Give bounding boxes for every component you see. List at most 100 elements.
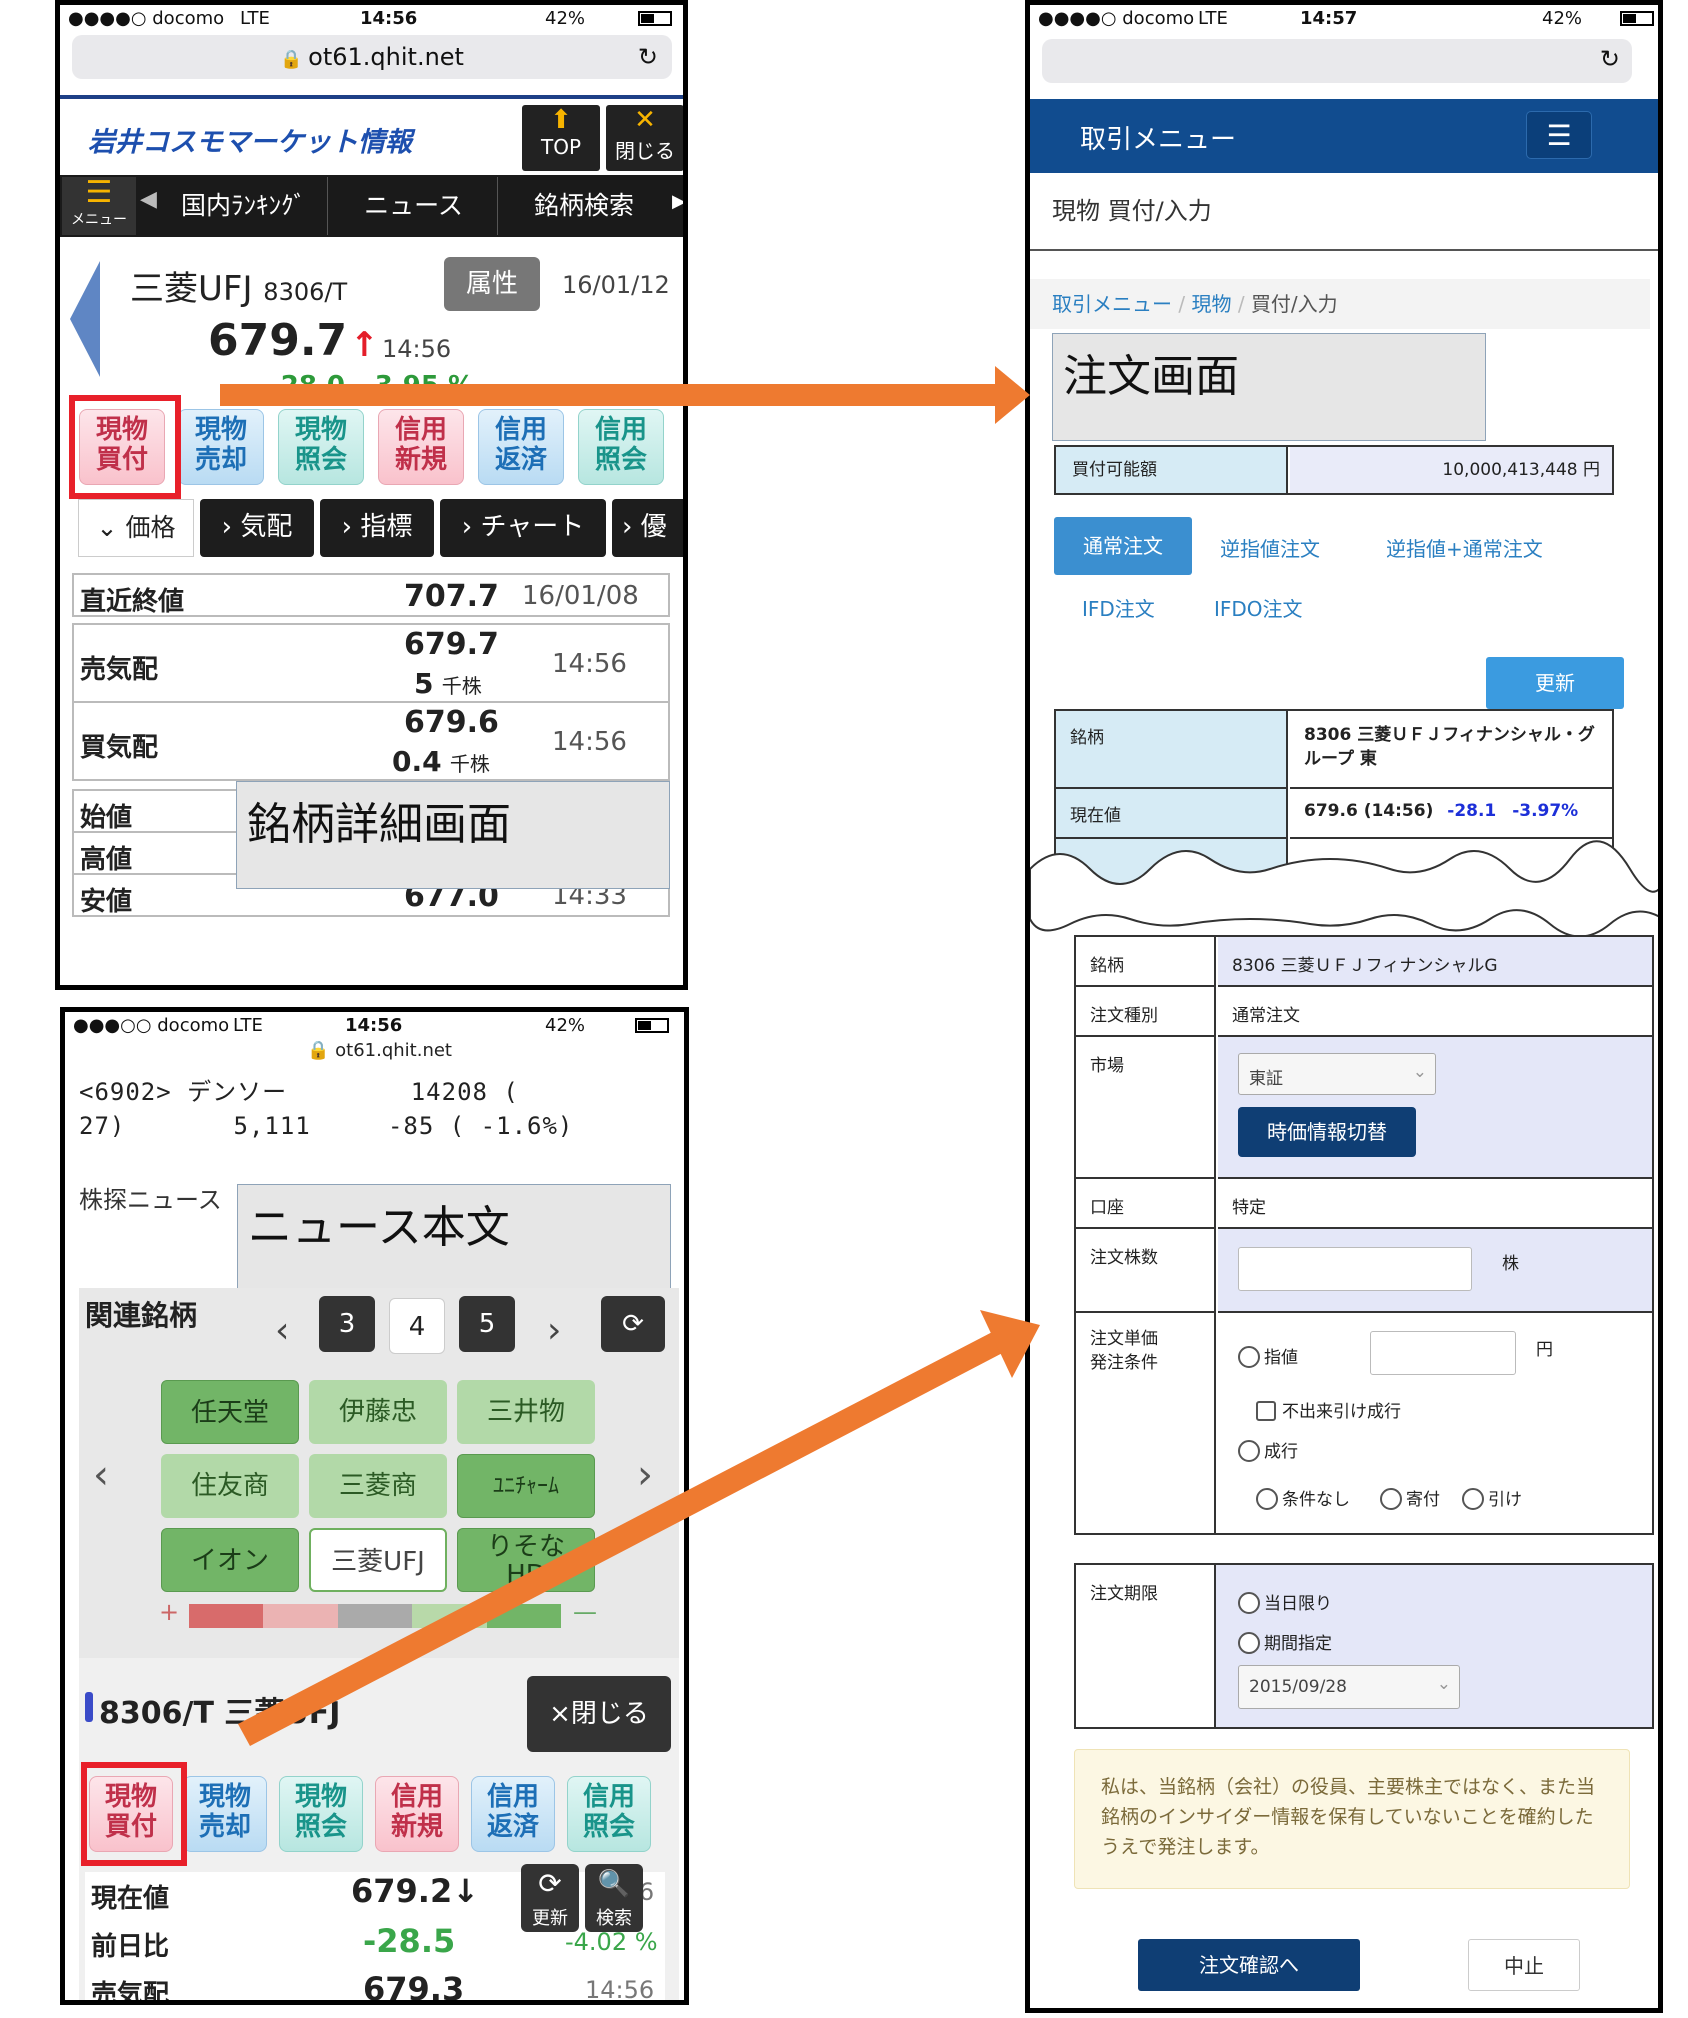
related-stock[interactable]: りそな HD bbox=[457, 1528, 595, 1592]
clock: 14:56 bbox=[345, 1015, 403, 1036]
close-panel-button[interactable]: ×閉じる bbox=[527, 1676, 671, 1752]
address-bar[interactable]: 🔒 ot61.qhit.net ↻ bbox=[72, 35, 672, 79]
cancel-button[interactable]: 中止 bbox=[1468, 1939, 1580, 1991]
form-label: 注文期限 bbox=[1076, 1565, 1216, 1727]
price-change: -28.0 -3.95 % bbox=[270, 371, 474, 393]
btn-margin-inquiry[interactable]: 信用 照会 bbox=[578, 409, 664, 485]
breadcrumb-link[interactable]: 取引メニュー bbox=[1052, 292, 1172, 316]
tab-more[interactable]: › 優 bbox=[612, 499, 683, 557]
related-stock[interactable]: イオン bbox=[161, 1528, 299, 1592]
page-4[interactable]: 4 bbox=[389, 1298, 445, 1354]
menu-toggle-icon[interactable]: ☰ bbox=[1526, 111, 1592, 159]
nav-item-search[interactable]: 銘柄検索 bbox=[500, 177, 668, 235]
period-form: 注文期限 当日限り 期間指定 2015/09/28 ⌄ bbox=[1074, 1563, 1654, 1729]
btn-margin-new[interactable]: 信用 新規 bbox=[375, 1776, 459, 1852]
limit-radio[interactable]: 指値 bbox=[1238, 1343, 1298, 1368]
update-button[interactable]: 更新 bbox=[1486, 657, 1624, 709]
cond-close-radio[interactable]: 引け bbox=[1462, 1485, 1522, 1510]
url-text: ot61.qhit.net bbox=[308, 43, 464, 71]
quote-switch-button[interactable]: 時価情報切替 bbox=[1238, 1107, 1416, 1157]
reload-icon[interactable]: ↻ bbox=[1600, 45, 1620, 73]
btn-margin-repay[interactable]: 信用 返済 bbox=[471, 1776, 555, 1852]
btn-spot-sell[interactable]: 現物 売却 bbox=[183, 1776, 267, 1852]
carousel-left-icon[interactable]: ‹ bbox=[93, 1452, 109, 1498]
heat-bar bbox=[189, 1604, 562, 1628]
related-stock[interactable]: 三菱商 bbox=[309, 1454, 447, 1518]
unit: 千株 bbox=[449, 752, 490, 776]
tab-chart[interactable]: › チャート bbox=[440, 499, 606, 557]
close-icon: ✕ bbox=[634, 105, 656, 135]
related-stock[interactable]: 任天堂 bbox=[161, 1380, 299, 1444]
overlay-label: 注文画面 bbox=[1052, 333, 1486, 441]
prev-page-icon[interactable]: ‹ bbox=[275, 1310, 289, 1351]
nav-right-icon[interactable]: ▶ bbox=[672, 191, 683, 212]
row-extra: 14:56 bbox=[552, 727, 627, 757]
nav-item-news[interactable]: ニュース bbox=[330, 177, 498, 235]
tab-stop-order[interactable]: 逆指値注文 bbox=[1220, 533, 1320, 562]
fok-checkbox[interactable]: 不出来引け成行 bbox=[1256, 1397, 1401, 1422]
form-label: 注文単価 発注条件 bbox=[1076, 1313, 1216, 1533]
qty-input[interactable] bbox=[1238, 1247, 1472, 1291]
related-stock[interactable]: 三井物 bbox=[457, 1380, 595, 1444]
tab-ifd-order[interactable]: IFD注文 bbox=[1082, 593, 1155, 622]
btn-margin-inquiry[interactable]: 信用 照会 bbox=[567, 1776, 651, 1852]
btn-margin-new[interactable]: 信用 新規 bbox=[378, 409, 464, 485]
related-stock[interactable]: ﾕﾆﾁｬｰﾑ bbox=[457, 1454, 595, 1518]
carousel-right-icon[interactable]: › bbox=[637, 1452, 653, 1498]
status-bar: ●●●●○ docomo LTE 14:57 42% bbox=[1030, 5, 1658, 35]
btn-spot-inquiry[interactable]: 現物 照会 bbox=[278, 409, 364, 485]
breadcrumb-sep: / bbox=[1178, 292, 1192, 316]
divider bbox=[60, 95, 683, 99]
cond-none-radio[interactable]: 条件なし bbox=[1256, 1485, 1350, 1510]
tab-indicator[interactable]: › 指標 bbox=[320, 499, 434, 557]
nav-left-icon[interactable]: ◀ bbox=[140, 187, 157, 212]
date-select[interactable]: 2015/09/28 ⌄ bbox=[1238, 1665, 1460, 1709]
nav-item-ranking[interactable]: 国内ﾗﾝｷﾝｸﾞ bbox=[160, 177, 328, 235]
market-value: 東証 bbox=[1249, 1069, 1283, 1089]
confirm-order-button[interactable]: 注文確認へ bbox=[1138, 1939, 1360, 1991]
stock-marker bbox=[85, 1692, 93, 1722]
breadcrumb-link[interactable]: 現物 bbox=[1191, 292, 1231, 316]
tab-quote[interactable]: › 気配 bbox=[200, 499, 314, 557]
attribute-button[interactable]: 属性 bbox=[444, 257, 540, 311]
close-button[interactable]: ✕ 閉じる bbox=[606, 105, 683, 171]
limit-price-input[interactable] bbox=[1370, 1331, 1516, 1375]
back-arrow-icon[interactable] bbox=[70, 261, 100, 377]
refresh-button[interactable]: ⟳ 更新 bbox=[521, 1864, 579, 1932]
today-radio[interactable]: 当日限り bbox=[1238, 1589, 1332, 1614]
reload-icon[interactable]: ↻ bbox=[638, 35, 658, 79]
tab-price[interactable]: ⌄ 価格 bbox=[78, 499, 194, 557]
row-label: 高値 bbox=[80, 845, 133, 875]
top-button[interactable]: ⬆ TOP bbox=[522, 105, 600, 171]
related-stock[interactable]: 住友商 bbox=[161, 1454, 299, 1518]
market-select[interactable]: 東証 ⌄ bbox=[1238, 1053, 1436, 1095]
cond-open-radio[interactable]: 寄付 bbox=[1380, 1485, 1440, 1510]
btn-spot-sell[interactable]: 現物 売却 bbox=[178, 409, 264, 485]
market-radio[interactable]: 成行 bbox=[1238, 1437, 1298, 1462]
price-value: 679.6 (14:56) bbox=[1304, 801, 1434, 821]
news-source: 株探ニュース bbox=[79, 1186, 222, 1214]
next-page-icon[interactable]: › bbox=[547, 1310, 561, 1351]
refresh-label: 更新 bbox=[532, 1908, 568, 1929]
menu-button[interactable]: ☰ メニュー bbox=[62, 177, 136, 235]
address-bar[interactable]: ↻ bbox=[1042, 39, 1632, 83]
tab-stop-normal-order[interactable]: 逆指値+通常注文 bbox=[1386, 533, 1543, 562]
tab-normal-order[interactable]: 通常注文 bbox=[1054, 517, 1192, 575]
address-bar[interactable]: 🔒 ot61.qhit.net bbox=[65, 1040, 684, 1061]
refresh-icon[interactable]: ⟳ bbox=[601, 1296, 665, 1352]
btn-spot-inquiry[interactable]: 現物 照会 bbox=[279, 1776, 363, 1852]
related-title: 関連銘柄 bbox=[85, 1299, 198, 1332]
btn-margin-repay[interactable]: 信用 返済 bbox=[478, 409, 564, 485]
page-3[interactable]: 3 bbox=[319, 1296, 375, 1352]
related-stock[interactable]: 伊藤忠 bbox=[309, 1380, 447, 1444]
page-5[interactable]: 5 bbox=[459, 1296, 515, 1352]
form-value: 通常注文 bbox=[1218, 987, 1652, 1037]
checkbox-icon bbox=[1256, 1401, 1276, 1421]
tab-ifdo-order[interactable]: IFDO注文 bbox=[1214, 593, 1303, 622]
related-stock[interactable]: 三菱UFJ bbox=[309, 1528, 447, 1592]
search-button[interactable]: 🔍 検索 bbox=[585, 1864, 643, 1932]
row-label: 買気配 bbox=[80, 733, 159, 763]
period-radio[interactable]: 期間指定 bbox=[1238, 1629, 1332, 1654]
limit-label: 指値 bbox=[1264, 1348, 1298, 1368]
menu-label: メニュー bbox=[71, 212, 127, 228]
